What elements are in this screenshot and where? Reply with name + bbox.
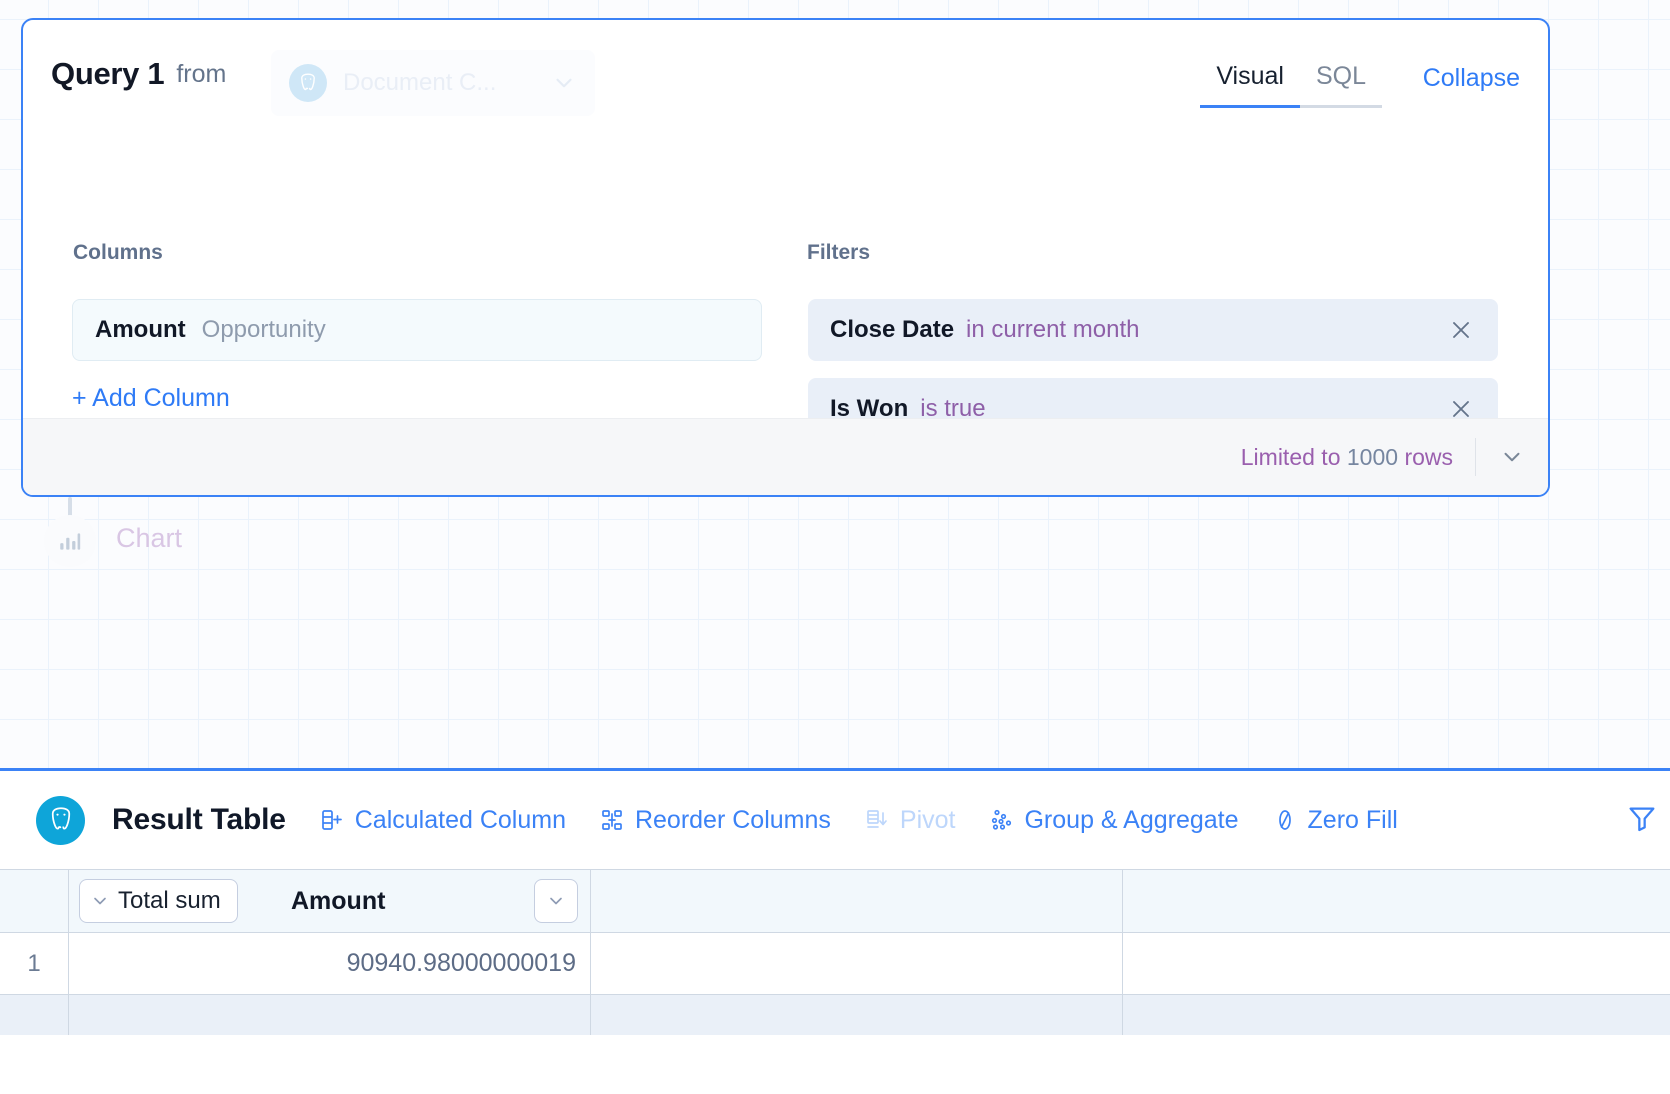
column-header-amount: Total sum Amount xyxy=(68,870,590,932)
postgres-icon xyxy=(36,795,85,845)
table-cell-empty-2[interactable] xyxy=(1122,933,1670,994)
query-title-group: Query 1 from xyxy=(51,56,226,92)
row-number: 1 xyxy=(27,949,41,977)
table-row-placeholder xyxy=(0,995,1670,1035)
row-limit-suffix: rows xyxy=(1404,443,1453,470)
collapse-button[interactable]: Collapse xyxy=(1423,64,1520,93)
close-icon[interactable] xyxy=(1446,315,1476,345)
chart-node[interactable]: Chart xyxy=(44,497,304,567)
column-header-empty-1 xyxy=(590,870,1122,932)
query-card-header: Query 1 from Document C... Visual SQL Co… xyxy=(23,20,1548,116)
query-card-footer: Limited to 1000 rows xyxy=(23,418,1548,495)
zero-fill-label: Zero Fill xyxy=(1307,805,1398,834)
result-grid: Total sum Amount 1 90940.98000000019 xyxy=(0,869,1670,1035)
filters-section-label: Filters xyxy=(807,241,871,264)
columns-section-label: Columns xyxy=(73,241,163,264)
filter-chip-field: Close Date xyxy=(830,316,955,343)
chevron-down-icon[interactable] xyxy=(1476,444,1548,470)
chart-node-label: Chart xyxy=(116,523,183,553)
table-header-row: Total sum Amount xyxy=(0,869,1670,933)
reorder-columns-label: Reorder Columns xyxy=(634,805,831,834)
row-limit-label: Limited to 1000 rows xyxy=(1241,444,1453,471)
page-title: Query 1 xyxy=(51,56,165,91)
reorder-columns-icon xyxy=(600,808,624,832)
bar-chart-icon xyxy=(44,515,96,567)
column-chip-source: Opportunity xyxy=(201,316,326,343)
postgres-icon xyxy=(289,64,327,102)
zero-fill-button[interactable]: Zero Fill xyxy=(1273,806,1398,835)
table-cell-amount[interactable]: 90940.98000000019 xyxy=(68,933,590,994)
group-aggregate-icon xyxy=(989,808,1013,832)
result-table-panel: Result Table Calculated Column Reorder C… xyxy=(0,768,1670,1094)
column-menu-button[interactable] xyxy=(534,879,578,923)
table-row[interactable]: 1 90940.98000000019 xyxy=(0,933,1670,995)
chevron-down-icon xyxy=(551,70,577,96)
filter-chip-close-date[interactable]: Close Date in current month xyxy=(808,299,1498,361)
view-mode-tabs: Visual SQL xyxy=(1200,62,1382,108)
funnel-icon[interactable] xyxy=(1626,802,1658,834)
data-source-name: Document C... xyxy=(343,69,497,96)
chevron-down-icon xyxy=(546,891,566,911)
pivot-button: Pivot xyxy=(865,805,956,835)
result-table-title: Result Table xyxy=(112,803,286,836)
reorder-columns-button[interactable]: Reorder Columns xyxy=(600,806,831,835)
row-number-header xyxy=(0,870,68,932)
column-chip-name: Amount xyxy=(95,316,186,343)
calculated-column-icon xyxy=(320,808,344,832)
group-aggregate-label: Group & Aggregate xyxy=(1024,805,1239,834)
from-label: from xyxy=(176,59,227,88)
tab-sql[interactable]: SQL xyxy=(1299,62,1382,108)
group-aggregate-button[interactable]: Group & Aggregate xyxy=(989,805,1239,835)
data-source-selector[interactable]: Document C... xyxy=(271,50,595,116)
aggregate-selector[interactable]: Total sum xyxy=(79,879,238,923)
aggregate-label: Total sum xyxy=(118,887,221,914)
result-table-toolbar: Result Table Calculated Column Reorder C… xyxy=(0,771,1670,869)
pivot-icon xyxy=(865,808,889,832)
row-limit-count: 1000 xyxy=(1346,443,1399,470)
filter-chip-value: in current month xyxy=(966,316,1140,343)
column-header-label: Amount xyxy=(291,887,386,915)
add-column-button[interactable]: + Add Column xyxy=(72,384,230,413)
table-cell-placeholder-1 xyxy=(68,995,590,1035)
column-header-empty-2 xyxy=(1122,870,1670,932)
query-card-body: Columns Filters Amount Opportunity + Add… xyxy=(23,116,1548,491)
zero-fill-icon xyxy=(1273,808,1297,832)
calculated-column-label: Calculated Column xyxy=(354,805,566,834)
row-limit-prefix: Limited to xyxy=(1240,443,1341,470)
pivot-label: Pivot xyxy=(899,805,956,834)
column-chip-amount[interactable]: Amount Opportunity xyxy=(72,299,762,361)
table-cell-empty-1[interactable] xyxy=(590,933,1122,994)
chevron-down-icon xyxy=(90,891,110,911)
table-cell-value: 90940.98000000019 xyxy=(346,949,576,977)
tab-visual[interactable]: Visual xyxy=(1200,62,1300,108)
calculated-column-button[interactable]: Calculated Column xyxy=(320,806,566,835)
query-card: Query 1 from Document C... Visual SQL Co… xyxy=(21,18,1550,497)
table-cell-placeholder-3 xyxy=(1122,995,1670,1035)
table-cell-placeholder-2 xyxy=(590,995,1122,1035)
row-number-placeholder xyxy=(0,995,68,1035)
